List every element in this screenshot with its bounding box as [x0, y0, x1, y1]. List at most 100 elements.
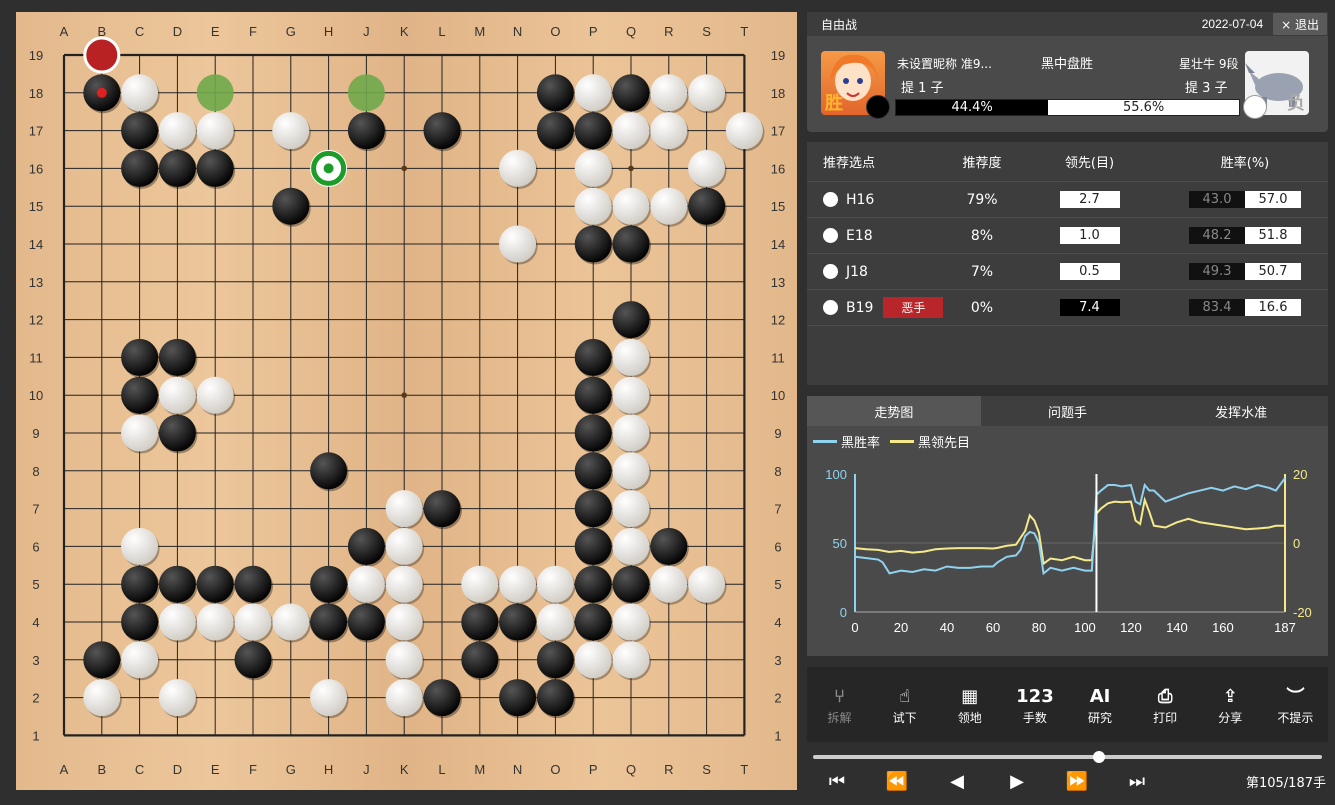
black-stone: [158, 149, 196, 187]
column-label: M: [474, 762, 485, 777]
white-stone: [612, 376, 650, 414]
tool-share-button[interactable]: ⇪ 分享: [1198, 667, 1263, 742]
row-label: 11: [771, 350, 785, 365]
black-stone: [612, 301, 650, 339]
column-label: T: [740, 762, 748, 777]
go-board[interactable]: A A B B C C D D E E F F G G H H J J K K L L M M N N O O P P Q Q R R S S T T 19…: [16, 12, 797, 790]
tool-calculator-button[interactable]: ▦ 领地: [937, 667, 1002, 742]
recommendation-row[interactable]: J18 7% 0.5 49.3 50.7: [807, 254, 1328, 290]
left-tick-label: 0: [840, 605, 847, 620]
tool-printer-button[interactable]: ⎙ 打印: [1133, 667, 1198, 742]
row-label: 5: [32, 577, 39, 592]
white-captures: 提 3 子: [1185, 81, 1228, 96]
recommendation-row[interactable]: H16 79% 2.7 43.0 57.0: [807, 182, 1328, 218]
row-label: 16: [29, 161, 43, 176]
game-result: 黑中盘胜: [1041, 57, 1094, 72]
row-label: 18: [771, 86, 785, 101]
tool-branch-button[interactable]: ⑂ 拆解: [807, 667, 872, 742]
black-stone: [234, 641, 272, 679]
row-radio[interactable]: [823, 264, 838, 279]
black-stone: [121, 149, 159, 187]
recommendation-row[interactable]: E18 8% 1.0 48.2 51.8: [807, 218, 1328, 254]
x-tick-label: 100: [1074, 620, 1096, 635]
next-move-button[interactable]: ▶: [987, 771, 1047, 792]
row-radio[interactable]: [823, 228, 838, 243]
last-move-marker: [96, 87, 107, 98]
white-stone: [650, 74, 688, 112]
white-stone: [121, 527, 159, 565]
white-stone: [574, 641, 612, 679]
column-label: S: [702, 24, 711, 39]
move-counter: 第105/187手: [1245, 775, 1326, 791]
first-move-button[interactable]: ⏮: [807, 771, 867, 792]
black-stone: [310, 452, 348, 490]
column-label: S: [702, 762, 711, 777]
white-stone: [612, 641, 650, 679]
progress-knob[interactable]: [1092, 751, 1105, 763]
row-label: 8: [32, 464, 39, 479]
tool-label: 试下: [892, 711, 917, 725]
row-radio[interactable]: [823, 192, 838, 207]
black-captures: 提 1 子: [901, 81, 944, 96]
recommendation-row[interactable]: B19 恶手 0% 7.4 83.4 16.6: [807, 290, 1328, 326]
suggestion-marker[interactable]: [347, 74, 385, 112]
column-label: K: [400, 762, 409, 777]
black-stone: [574, 112, 612, 150]
white-stone: [385, 565, 423, 603]
move-navigation: ⏮ ⏪ ◀ ▶ ⏩ ⏭ 第105/187手: [807, 768, 1328, 794]
row-label: 1: [774, 728, 781, 743]
white-stone: [574, 187, 612, 225]
row-label: 12: [29, 313, 43, 328]
chart-tabs: 走势图 问题手 发挥水准: [807, 396, 1328, 426]
white-player-name: 星壮牛 9段: [1179, 57, 1239, 71]
toolbar: ⑂ 拆解 ☝ 试下 ▦ 领地 123 手数 AI 研究 ⎙ 打印 ⇪ 分享 ︶ 不提示: [807, 667, 1328, 742]
reco-pct: 7%: [970, 263, 994, 280]
prev-move-button[interactable]: ◀: [927, 771, 987, 792]
tool-label: 分享: [1218, 711, 1243, 725]
rewind-button[interactable]: ⏪: [867, 771, 927, 792]
row-label: 1: [32, 728, 39, 743]
black-stone: [461, 603, 499, 641]
exit-button[interactable]: × 退出: [1273, 13, 1327, 35]
tool-ai-button[interactable]: AI 研究: [1068, 667, 1133, 742]
best-move-ring-center: [323, 163, 334, 174]
col-lead: 领先(目): [1064, 156, 1115, 171]
white-stone: [385, 603, 423, 641]
reco-lead: 0.5: [1059, 263, 1120, 280]
last-move-button[interactable]: ⏭: [1107, 771, 1167, 792]
recommendation-header: 推荐选点 推荐度 领先(目) 胜率(%): [807, 142, 1328, 182]
suggestion-marker[interactable]: [196, 74, 234, 112]
trend-chart[interactable]: 100 50 0 20 0 -20 0 20 40 60 80 100 120 140 160 187: [807, 452, 1328, 656]
row-label: 13: [771, 275, 785, 290]
black-stone: [347, 112, 385, 150]
tab-trend[interactable]: 走势图: [807, 396, 981, 426]
reco-move: J18: [846, 263, 868, 280]
bad-move-marker[interactable]: [83, 36, 121, 74]
board-grid[interactable]: AABBCCDDEEFFGGHHJJKKLLMMNNOOPPQQRRSSTT19…: [16, 12, 797, 790]
white-stone: [121, 74, 159, 112]
move-progress-slider[interactable]: [813, 751, 1322, 763]
x-tick-label: 187: [1274, 620, 1296, 635]
fast-forward-button[interactable]: ⏩: [1047, 771, 1107, 792]
tool-numbers-button[interactable]: 123 手数: [1002, 667, 1067, 742]
black-stone: [196, 565, 234, 603]
black-stone: [121, 112, 159, 150]
reco-black-rate: 48.2: [1189, 227, 1245, 244]
white-stone: [612, 338, 650, 376]
row-radio[interactable]: [823, 300, 838, 315]
white-stone: [461, 565, 499, 603]
tab-performance[interactable]: 发挥水准: [1154, 396, 1328, 426]
black-winrate: 44.4%: [896, 100, 1049, 115]
tool-eye-closed-button[interactable]: ︶ 不提示: [1263, 667, 1328, 742]
reco-move: H16: [846, 191, 875, 208]
black-stone: [310, 565, 348, 603]
column-label: D: [173, 762, 182, 777]
row-label: 3: [774, 653, 781, 668]
tool-label: 领地: [957, 711, 982, 725]
tab-problem-moves[interactable]: 问题手: [981, 396, 1155, 426]
row-label: 4: [774, 615, 781, 630]
row-label: 2: [32, 691, 39, 706]
column-label: H: [324, 24, 333, 39]
column-label: J: [363, 24, 370, 39]
tool-hand-pointer-button[interactable]: ☝ 试下: [872, 667, 937, 742]
